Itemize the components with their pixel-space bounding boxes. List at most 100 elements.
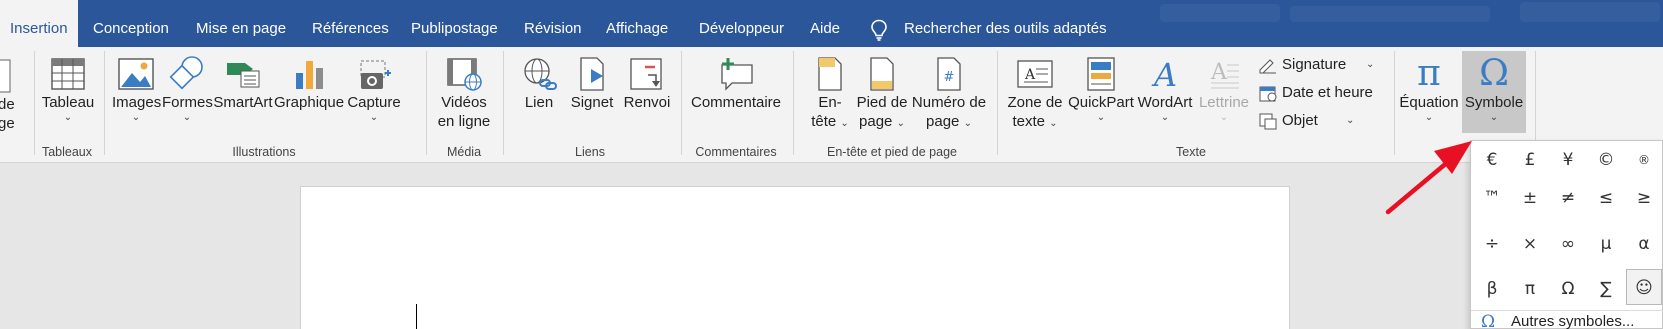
- group-separator: [503, 51, 504, 155]
- entete-button[interactable]: En- tête ⌄: [810, 55, 850, 133]
- group-label-illustrations: Illustrations: [232, 145, 296, 159]
- date-et-heure-button[interactable]: Date et heure: [1258, 81, 1388, 105]
- signature-icon: [1259, 59, 1276, 74]
- renvoi-button[interactable]: Renvoi: [620, 55, 674, 112]
- symbol-alpha[interactable]: α: [1626, 226, 1662, 262]
- symbol-yen[interactable]: ¥: [1550, 142, 1586, 178]
- tab-publipostage[interactable]: Publipostage: [411, 0, 498, 47]
- text-box-icon: A: [1017, 60, 1053, 88]
- symbol-infinity[interactable]: ∞: [1550, 226, 1586, 262]
- footer-icon: [870, 57, 894, 91]
- symbol-omega[interactable]: Ω: [1550, 271, 1586, 307]
- tab-references[interactable]: Références: [312, 0, 389, 47]
- symbol-plus-minus[interactable]: ±: [1512, 180, 1548, 216]
- zone-de-texte-button[interactable]: A Zone de texte ⌄: [1006, 55, 1064, 133]
- shapes-icon: [169, 56, 203, 90]
- camera-icon: [360, 60, 391, 89]
- symbol-beta[interactable]: β: [1474, 271, 1510, 307]
- online-video-icon: [447, 58, 482, 91]
- tableau-button[interactable]: Tableau ⌄: [40, 55, 96, 124]
- pied-de-page-button[interactable]: Pied de page ⌄: [856, 55, 908, 133]
- header-icon: [818, 57, 842, 91]
- group-label-liens: Liens: [575, 145, 605, 159]
- cross-reference-icon: [630, 58, 662, 90]
- page-icon: [0, 59, 11, 93]
- svg-text:A: A: [1024, 67, 1036, 83]
- tab-affichage[interactable]: Affichage: [606, 0, 668, 47]
- ribbon-tab-bar: Insertion Conception Mise en page Référe…: [0, 0, 1663, 47]
- document-page[interactable]: [300, 186, 1290, 329]
- symbol-not-equal[interactable]: ≠: [1550, 180, 1586, 216]
- tab-aide[interactable]: Aide: [810, 0, 840, 47]
- group-label-media: Média: [446, 145, 482, 159]
- chevron-down-icon: ⌄: [896, 118, 905, 129]
- autres-symboles-label: Autres symboles...: [1511, 313, 1635, 329]
- symbol-sum[interactable]: ∑: [1588, 271, 1624, 307]
- tab-developpeur[interactable]: Développeur: [699, 0, 784, 47]
- page-number-icon: #: [937, 57, 961, 91]
- bookmark-icon: [580, 57, 604, 91]
- tab-mise-en-page[interactable]: Mise en page: [196, 0, 286, 47]
- omega-icon: Ω: [1481, 312, 1495, 329]
- tab-conception[interactable]: Conception: [93, 0, 169, 47]
- signature-button[interactable]: Signature ⌄: [1258, 53, 1378, 77]
- table-icon: [51, 58, 85, 90]
- text-cursor: [416, 304, 417, 329]
- wordart-icon: A: [1151, 56, 1177, 93]
- calendar-icon: [1259, 86, 1277, 102]
- chevron-down-icon: ⌄: [1366, 59, 1375, 70]
- commentaire-button[interactable]: Commentaire: [690, 55, 782, 112]
- symbol-pi[interactable]: π: [1512, 271, 1548, 307]
- tab-insertion[interactable]: Insertion: [0, 0, 78, 47]
- object-icon: [1259, 113, 1277, 130]
- autres-symboles-button[interactable]: Ω Autres symboles...: [1471, 310, 1663, 329]
- svg-text:A: A: [1210, 60, 1228, 85]
- smartart-icon: [227, 63, 260, 88]
- formes-button[interactable]: Formes ⌄: [162, 55, 213, 124]
- picture-icon: [118, 58, 154, 90]
- group-separator: [681, 51, 682, 155]
- objet-button[interactable]: Objet ⌄: [1258, 109, 1358, 133]
- group-label-tableaux: Tableaux: [41, 145, 93, 159]
- symbol-registered[interactable]: ®: [1626, 142, 1662, 178]
- signet-button[interactable]: Signet: [566, 55, 618, 112]
- symbol-trademark[interactable]: ™: [1474, 180, 1510, 216]
- chevron-down-icon: ⌄: [1489, 112, 1499, 123]
- chevron-down-icon: ⌄: [1096, 112, 1106, 123]
- group-separator: [793, 51, 794, 155]
- lien-button[interactable]: Lien: [515, 55, 563, 112]
- symbol-copyright[interactable]: ©: [1588, 142, 1624, 178]
- symbol-less-equal[interactable]: ≤: [1588, 180, 1624, 216]
- symbol-greater-equal[interactable]: ≥: [1626, 180, 1662, 216]
- partial-button[interactable]: de ge: [0, 57, 22, 133]
- symbol-euro[interactable]: €: [1474, 142, 1510, 178]
- symbol-divide[interactable]: ÷: [1474, 226, 1510, 262]
- chart-icon: [296, 61, 323, 89]
- lettrine-button[interactable]: A Lettrine ⌄: [1196, 55, 1252, 124]
- videos-en-ligne-button[interactable]: Vidéos en ligne: [432, 55, 496, 131]
- chevron-down-icon: ⌄: [63, 112, 73, 123]
- tableau-label: Tableau: [41, 94, 95, 111]
- tab-revision[interactable]: Révision: [524, 0, 582, 47]
- ribbon: de ge Tableau ⌄ Tableaux Images ⌄ Formes…: [0, 47, 1663, 163]
- smartart-button[interactable]: SmartArt: [213, 55, 273, 112]
- symbole-button[interactable]: Ω Symbole ⌄: [1462, 51, 1526, 133]
- symbol-smiley[interactable]: ☺: [1626, 269, 1662, 305]
- chevron-down-icon: ⌄: [1346, 115, 1355, 126]
- numero-de-page-button[interactable]: # Numéro de page ⌄: [911, 55, 987, 133]
- chevron-down-icon: ⌄: [369, 112, 379, 123]
- svg-text:π: π: [1417, 53, 1441, 93]
- quickpart-button[interactable]: QuickPart ⌄: [1068, 55, 1134, 124]
- equation-button[interactable]: π Équation ⌄: [1398, 53, 1460, 124]
- wordart-button[interactable]: A WordArt ⌄: [1136, 55, 1194, 124]
- images-button[interactable]: Images ⌄: [112, 55, 161, 124]
- symbol-multiply[interactable]: ×: [1512, 226, 1548, 262]
- group-label-entete-pied: En-tête et pied de page: [827, 145, 957, 159]
- symbol-micro[interactable]: µ: [1588, 226, 1624, 262]
- blurred-area: [1520, 2, 1660, 22]
- capture-button[interactable]: Capture ⌄: [346, 55, 402, 124]
- graphique-button[interactable]: Graphique: [274, 55, 344, 112]
- group-label-texte: Texte: [1176, 145, 1206, 159]
- group-separator: [426, 51, 427, 155]
- symbol-pound[interactable]: £: [1512, 142, 1548, 178]
